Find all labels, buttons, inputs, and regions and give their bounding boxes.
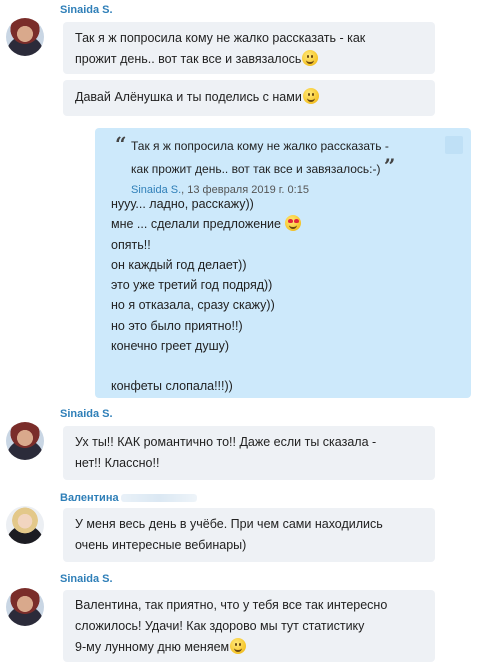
avatar[interactable] xyxy=(6,506,44,544)
message-line: 9-му лунному дню меняем xyxy=(75,640,230,654)
message-line: нууу... ладно, расскажу)) xyxy=(111,197,254,211)
message-line: прожит день.. вот так все и завязалось xyxy=(75,52,302,66)
message-bubble: Давай Алёнушка и ты поделись с нами xyxy=(63,80,435,116)
message-line: он каждый год делает)) xyxy=(111,257,247,272)
message-line: но это было приятно!!) xyxy=(111,318,243,333)
message-line: сложилось! Удачи! Как здорово мы тут ста… xyxy=(75,619,365,633)
message-line: это уже третий год подряд)) xyxy=(111,278,273,293)
message-line: но я отказала, сразу скажу)) xyxy=(111,298,275,313)
message-line: нет!! Классно!! xyxy=(75,456,160,470)
message-body: нууу... ладно, расскажу)) мне ... сделал… xyxy=(111,194,302,397)
sender-name[interactable]: Sinaida S. xyxy=(60,408,113,420)
heart-eyes-emoji-icon xyxy=(285,215,302,232)
message-line: мне ... сделали предложение xyxy=(111,217,281,232)
message-line xyxy=(111,356,301,376)
avatar[interactable] xyxy=(6,588,44,626)
sender-name[interactable]: Sinaida S. xyxy=(60,573,113,585)
message-line: Так я ж попросила кому не жалко рассказа… xyxy=(75,31,366,45)
message-line: очень интересные вебинары) xyxy=(75,538,247,552)
message-line: Ух ты!! КАК романтично то!! Даже если ты… xyxy=(75,435,377,449)
quoted-line: как прожит день.. вот так все и завязало… xyxy=(131,162,381,176)
message-bubble: Так я ж попросила кому не жалко рассказа… xyxy=(63,22,435,74)
close-quote-icon: ” xyxy=(383,154,396,178)
blurred-surname xyxy=(121,494,197,502)
message-line: конфеты слопала!!!)) xyxy=(111,379,233,394)
smile-emoji-icon xyxy=(302,88,319,104)
message-line: конечно греет душу) xyxy=(111,339,230,354)
message-bubble: Валентина, так приятно, что у тебя все т… xyxy=(63,590,435,662)
message-line: Валентина, так приятно, что у тебя все т… xyxy=(75,598,388,612)
smile-emoji-icon xyxy=(302,50,319,66)
quote-block: “ Так я ж попросила кому не жалко расска… xyxy=(115,132,396,200)
open-quote-icon: “ xyxy=(115,132,127,156)
bubble-corner-marker xyxy=(445,136,463,154)
sender-name[interactable]: Валентина xyxy=(60,492,119,504)
avatar[interactable] xyxy=(6,422,44,460)
sender-name[interactable]: Sinaida S. xyxy=(60,4,113,16)
message-bubble: Ух ты!! КАК романтично то!! Даже если ты… xyxy=(63,426,435,480)
quoted-line: Так я ж попросила кому не жалко рассказа… xyxy=(131,139,389,153)
message-line: У меня весь день в учёбе. При чем сами н… xyxy=(75,517,383,531)
message-line: Давай Алёнушка и ты поделись с нами xyxy=(75,90,302,104)
message-line: опять!! xyxy=(111,237,151,252)
message-bubble: У меня весь день в учёбе. При чем сами н… xyxy=(63,508,435,562)
avatar[interactable] xyxy=(6,18,44,56)
smile-emoji-icon xyxy=(230,638,247,654)
own-message-bubble: “ Так я ж попросила кому не жалко расска… xyxy=(95,128,471,398)
